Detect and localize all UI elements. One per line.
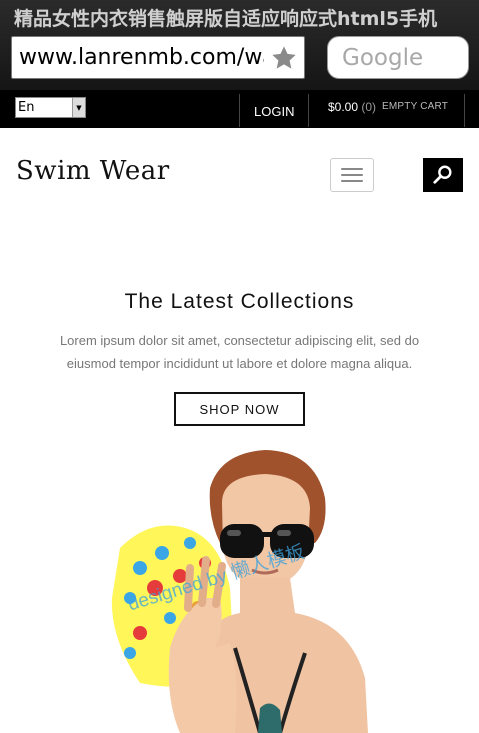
dropdown-arrow-icon[interactable]: ▼ — [72, 98, 85, 117]
hero-title: The Latest Collections — [124, 290, 355, 313]
divider — [464, 94, 465, 127]
url-text[interactable]: www.lanrenmb.com/wap — [12, 45, 264, 70]
language-select[interactable]: En ▼ — [15, 97, 86, 118]
language-value: En — [18, 100, 35, 115]
site-logo[interactable]: Swim Wear — [16, 156, 170, 186]
browser-toolbar: 精品女性内衣销售触屏版自适应响应式html5手机 www.lanrenmb.co… — [0, 0, 479, 90]
star-icon[interactable] — [266, 40, 302, 76]
address-bar[interactable]: www.lanrenmb.com/wap — [11, 36, 305, 79]
menu-bar — [341, 180, 363, 182]
login-link[interactable]: LOGIN — [254, 104, 294, 119]
shop-now-button[interactable]: SHOP NOW — [174, 392, 305, 426]
cart-amount: $0.00 — [328, 100, 359, 114]
search-placeholder: Google — [342, 44, 424, 71]
search-button[interactable] — [423, 158, 463, 192]
cart-total[interactable]: $0.00 (0) — [328, 100, 376, 114]
hero-description: Lorem ipsum dolor sit amet, consectetur … — [59, 333, 420, 371]
menu-bar — [341, 174, 363, 176]
hamburger-menu-icon[interactable] — [330, 158, 374, 192]
search-icon — [433, 165, 452, 184]
menu-bar — [341, 168, 363, 170]
divider — [308, 94, 309, 127]
cart-count: (0) — [361, 100, 377, 114]
top-bar: En ▼ LOGIN $0.00 (0) EMPTY CART — [0, 90, 479, 128]
browser-search-input[interactable]: Google — [327, 36, 469, 79]
empty-cart-link[interactable]: EMPTY CART — [382, 101, 448, 112]
page-title: 精品女性内衣销售触屏版自适应响应式html5手机 — [14, 8, 438, 30]
divider — [239, 94, 240, 127]
